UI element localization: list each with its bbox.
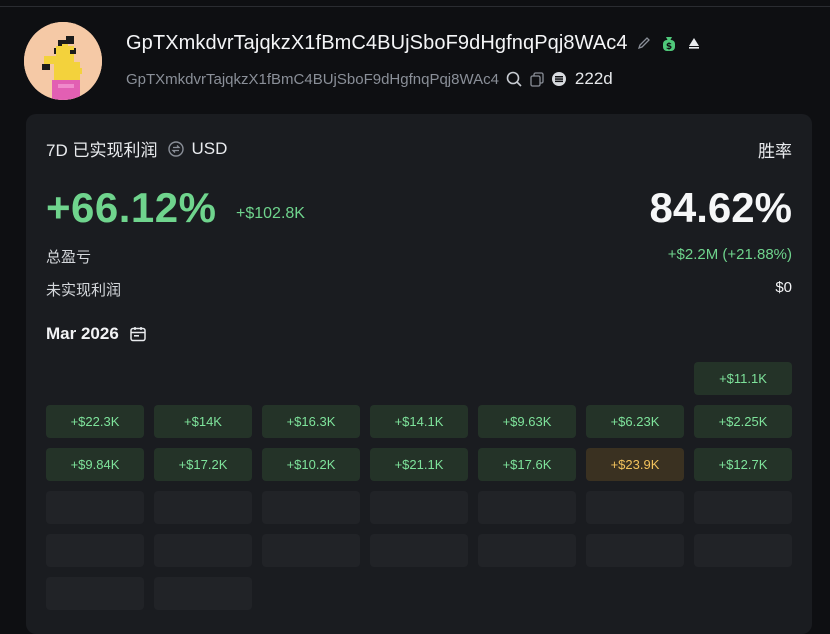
period-header: 7D 已实现利润 USD [46, 136, 227, 161]
wallet-age: 222d [574, 69, 613, 88]
svg-text:$: $ [666, 42, 672, 52]
currency-swap-icon [167, 140, 185, 158]
winrate-label: 胜率 [758, 142, 792, 161]
calendar-day-empty [478, 491, 576, 524]
avatar-image [24, 22, 102, 100]
calendar-day-empty [262, 491, 360, 524]
calendar-day-empty [46, 577, 144, 610]
currency-toggle[interactable]: USD [167, 139, 227, 159]
calendar-day-cell[interactable]: +$9.63K [478, 405, 576, 438]
unrealized-pnl-value: $0 [775, 279, 792, 296]
calendar-day-cell[interactable]: +$6.23K [586, 405, 684, 438]
pencil-icon[interactable] [636, 35, 652, 51]
calendar-day-empty [586, 534, 684, 567]
triangle-up-icon [686, 35, 702, 51]
wallet-address-row: GpTXmkdvrTajqkzX1fBmC4BUjSboF9dHgfnqPqj8… [126, 68, 613, 90]
profile-header: GpTXmkdvrTajqkzX1fBmC4BUjSboF9dHgfnqPqj8… [24, 22, 814, 102]
month-selector[interactable]: Mar 2026 [46, 324, 147, 344]
calendar-day-cell[interactable]: +$17.6K [478, 448, 576, 481]
total-pnl-label: 总盈亏 [46, 249, 92, 266]
top-divider [0, 6, 830, 7]
calendar-day-cell[interactable]: +$22.3K [46, 405, 144, 438]
realized-pnl-amount: +$102.8K [236, 205, 305, 222]
calendar-day-empty [586, 491, 684, 524]
wallet-name-row: GpTXmkdvrTajqkzX1fBmC4BUjSboF9dHgfnqPqj8… [126, 30, 702, 56]
calendar-day-empty [154, 577, 252, 610]
search-icon[interactable] [505, 70, 523, 88]
calendar-icon[interactable] [129, 325, 147, 343]
calendar-day-cell[interactable]: +$12.7K [694, 448, 792, 481]
calendar-day-cell[interactable]: +$17.2K [154, 448, 252, 481]
month-label: Mar 2026 [46, 324, 119, 343]
calendar-day-cell[interactable]: +$9.84K [46, 448, 144, 481]
calendar-day-empty [694, 491, 792, 524]
calendar-day-cell[interactable]: +$14K [154, 405, 252, 438]
wallet-name[interactable]: GpTXmkdvrTajqkzX1fBmC4BUjSboF9dHgfnqPqj8… [126, 32, 628, 55]
calendar-day-cell[interactable]: +$2.25K [694, 405, 792, 438]
pnl-card: 7D 已实现利润 USD 胜率 +66.12% +$102.8K 84.62% … [26, 114, 812, 634]
calendar-day-empty [262, 534, 360, 567]
currency-label: USD [191, 138, 228, 158]
calendar-day-cell[interactable]: +$11.1K [694, 362, 792, 395]
calendar-day-cell[interactable]: +$23.9K [586, 448, 684, 481]
calendar-day-empty [46, 534, 144, 567]
calendar-day-empty [694, 534, 792, 567]
calendar-day-empty [478, 534, 576, 567]
realized-pnl-percent: +66.12% [46, 184, 217, 231]
calendar-day-empty [154, 534, 252, 567]
wallet-address: GpTXmkdvrTajqkzX1fBmC4BUjSboF9dHgfnqPqj8… [126, 70, 499, 88]
calendar-day-cell[interactable]: +$10.2K [262, 448, 360, 481]
calendar-day-empty [370, 534, 468, 567]
avatar[interactable] [24, 22, 102, 100]
calendar-day-cell[interactable]: +$14.1K [370, 405, 468, 438]
period-label[interactable]: 7D 已实现利润 [46, 136, 157, 161]
money-bag-icon: $ [660, 34, 678, 52]
winrate-value: 84.62% [649, 184, 792, 231]
calendar-day-empty [370, 491, 468, 524]
total-pnl-value: +$2.2M (+21.88%) [667, 246, 792, 263]
unrealized-pnl-label: 未实现利润 [46, 282, 122, 299]
calendar-day-cell[interactable]: +$16.3K [262, 405, 360, 438]
calendar-day-empty [46, 491, 144, 524]
calendar-day-empty [154, 491, 252, 524]
chain-badge-icon [551, 71, 567, 87]
calendar-day-cell[interactable]: +$21.1K [370, 448, 468, 481]
copy-icon[interactable] [529, 71, 545, 87]
